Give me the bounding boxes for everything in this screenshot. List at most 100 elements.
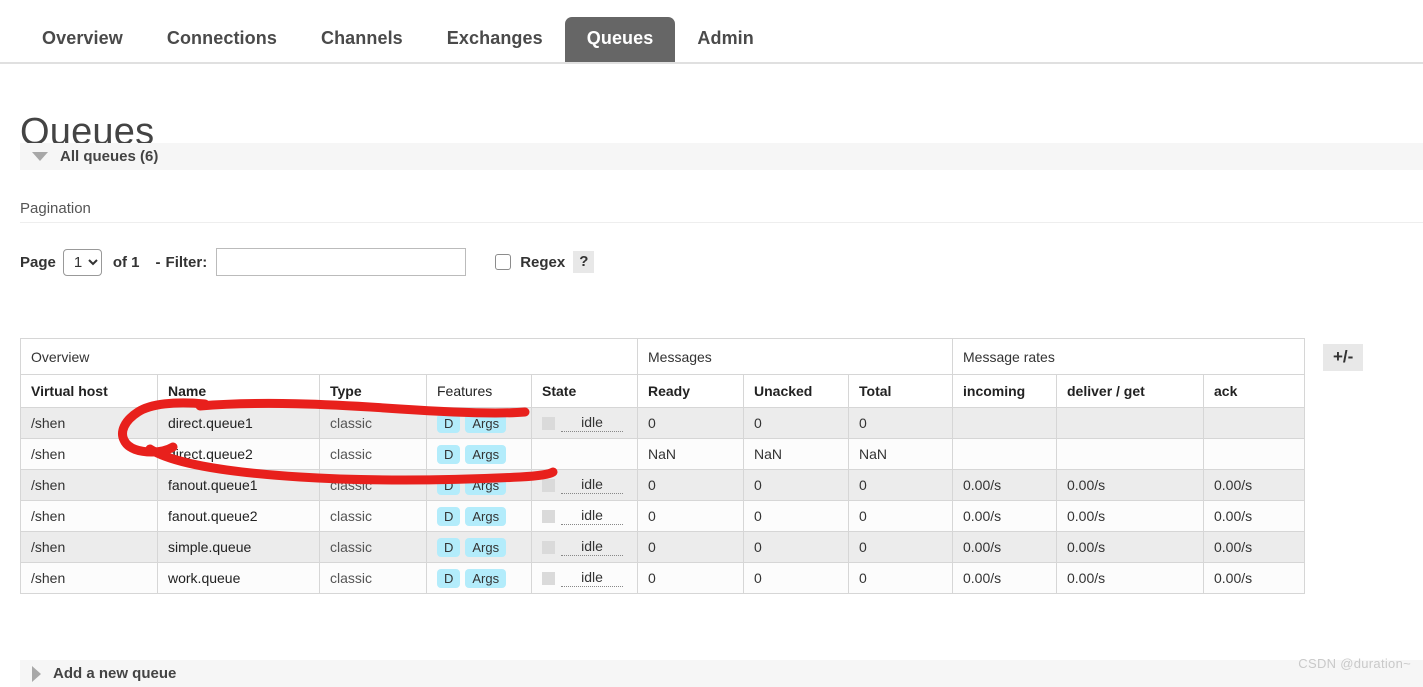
column-toggle-button[interactable]: +/- — [1323, 344, 1364, 371]
cell-total: 0 — [848, 562, 953, 594]
table-row[interactable]: /shen direct.queue1 classic D Args idle 0 0 0 — [20, 407, 1305, 439]
regex-checkbox[interactable] — [495, 254, 512, 270]
queues-table-head: Overview Messages Message rates Virtual … — [20, 338, 1305, 408]
cell-ready: 0 — [637, 562, 744, 594]
cell-queue-type: classic — [319, 562, 427, 594]
state-indicator: idle — [542, 533, 627, 562]
durable-badge[interactable]: D — [437, 413, 461, 433]
tab-queues[interactable]: Queues — [564, 17, 676, 62]
cell-total: 0 — [848, 531, 953, 563]
cell-features: D Args — [426, 469, 532, 501]
watermark-text: CSDN @duration~ — [1298, 656, 1411, 671]
cell-unacked: 0 — [743, 469, 849, 501]
args-badge[interactable]: Args — [465, 475, 507, 495]
queues-table: Overview Messages Message rates Virtual … — [20, 338, 1305, 594]
durable-badge[interactable]: D — [437, 506, 461, 526]
tab-connections[interactable]: Connections — [145, 17, 299, 62]
cell-deliver-get: 0.00/s — [1056, 562, 1204, 594]
page-select[interactable]: 1 — [62, 248, 102, 276]
col-ack[interactable]: ack — [1203, 374, 1305, 408]
filter-input[interactable] — [216, 248, 467, 276]
table-row[interactable]: /shen fanout.queue2 classic D Args idle 0 0 0 0.0… — [20, 500, 1305, 532]
cell-queue-name[interactable]: direct.queue2 — [157, 438, 320, 470]
chevron-down-icon[interactable] — [32, 152, 48, 161]
cell-features: D Args — [426, 438, 532, 470]
durable-badge[interactable]: D — [437, 568, 461, 588]
tab-exchanges[interactable]: Exchanges — [425, 17, 565, 62]
cell-queue-type: classic — [319, 500, 427, 532]
cell-ready: 0 — [637, 500, 744, 532]
queues-table-body: /shen direct.queue1 classic D Args idle 0 0 0/sh… — [20, 407, 1305, 594]
cell-state: idle — [531, 469, 638, 501]
tab-channels[interactable]: Channels — [299, 17, 425, 62]
cell-virtual-host: /shen — [20, 500, 158, 532]
args-badge[interactable]: Args — [465, 444, 507, 464]
state-indicator: idle — [542, 502, 627, 531]
col-type[interactable]: Type — [319, 374, 427, 408]
cell-features: D Args — [426, 407, 532, 439]
col-total[interactable]: Total — [848, 374, 953, 408]
state-indicator: idle — [542, 409, 627, 438]
col-unacked[interactable]: Unacked — [743, 374, 849, 408]
table-row[interactable]: /shen work.queue classic D Args idle 0 0 0 0.00/s… — [20, 562, 1305, 594]
cell-ack: 0.00/s — [1203, 562, 1305, 594]
cell-queue-name[interactable]: fanout.queue2 — [157, 500, 320, 532]
cell-total: 0 — [848, 469, 953, 501]
add-queue-label: Add a new queue — [53, 665, 177, 682]
table-row[interactable]: /shen direct.queue2 classic D Args NaN NaN NaN — [20, 438, 1305, 470]
col-incoming[interactable]: incoming — [952, 374, 1057, 408]
cell-deliver-get: 0.00/s — [1056, 469, 1204, 501]
pagination-controls: Page 1 of 1 - Filter: Regex ? — [20, 248, 1423, 276]
cell-incoming: 0.00/s — [952, 531, 1057, 563]
cell-ready: 0 — [637, 469, 744, 501]
cell-queue-name[interactable]: work.queue — [157, 562, 320, 594]
cell-queue-type: classic — [319, 531, 427, 563]
cell-state — [531, 438, 638, 470]
state-label: idle — [561, 507, 623, 525]
durable-badge[interactable]: D — [437, 475, 461, 495]
durable-badge[interactable]: D — [437, 444, 461, 464]
cell-queue-name[interactable]: simple.queue — [157, 531, 320, 563]
cell-incoming: 0.00/s — [952, 469, 1057, 501]
cell-virtual-host: /shen — [20, 531, 158, 563]
col-state[interactable]: State — [531, 374, 638, 408]
nav-tab-list: Overview Connections Channels Exchanges … — [0, 0, 1423, 62]
main-navigation: Overview Connections Channels Exchanges … — [0, 0, 1423, 64]
cell-deliver-get: 0.00/s — [1056, 500, 1204, 532]
args-badge[interactable]: Args — [465, 506, 507, 526]
pagination-heading: Pagination — [20, 200, 1423, 223]
add-queue-section-header[interactable]: Add a new queue — [20, 660, 1423, 687]
state-label: idle — [561, 476, 623, 494]
table-row[interactable]: /shen simple.queue classic D Args idle 0 0 0 0.00… — [20, 531, 1305, 563]
cell-state: idle — [531, 500, 638, 532]
col-virtual-host[interactable]: Virtual host — [20, 374, 158, 408]
tab-overview[interactable]: Overview — [20, 17, 145, 62]
cell-queue-type: classic — [319, 407, 427, 439]
cell-queue-name[interactable]: direct.queue1 — [157, 407, 320, 439]
args-badge[interactable]: Args — [465, 413, 507, 433]
cell-ready: 0 — [637, 531, 744, 563]
tab-admin[interactable]: Admin — [675, 17, 776, 62]
state-label: idle — [561, 569, 623, 587]
regex-help-icon[interactable]: ? — [573, 251, 595, 273]
state-indicator: idle — [542, 564, 627, 593]
durable-badge[interactable]: D — [437, 537, 461, 557]
cell-features: D Args — [426, 562, 532, 594]
cell-state: idle — [531, 531, 638, 563]
all-queues-section-header[interactable]: All queues (6) — [20, 143, 1423, 170]
col-name[interactable]: Name — [157, 374, 320, 408]
col-deliver-get[interactable]: deliver / get — [1056, 374, 1204, 408]
cell-unacked: 0 — [743, 531, 849, 563]
cell-ack: 0.00/s — [1203, 469, 1305, 501]
group-header-message-rates: Message rates — [952, 338, 1305, 375]
cell-deliver-get: 0.00/s — [1056, 531, 1204, 563]
table-row[interactable]: /shen fanout.queue1 classic D Args idle 0 0 0 0.0… — [20, 469, 1305, 501]
args-badge[interactable]: Args — [465, 537, 507, 557]
args-badge[interactable]: Args — [465, 568, 507, 588]
page-of-label: of 1 — [112, 253, 140, 271]
col-ready[interactable]: Ready — [637, 374, 744, 408]
chevron-right-icon[interactable] — [32, 665, 41, 682]
state-label: idle — [561, 538, 623, 556]
cell-queue-name[interactable]: fanout.queue1 — [157, 469, 320, 501]
cell-ready: NaN — [637, 438, 744, 470]
